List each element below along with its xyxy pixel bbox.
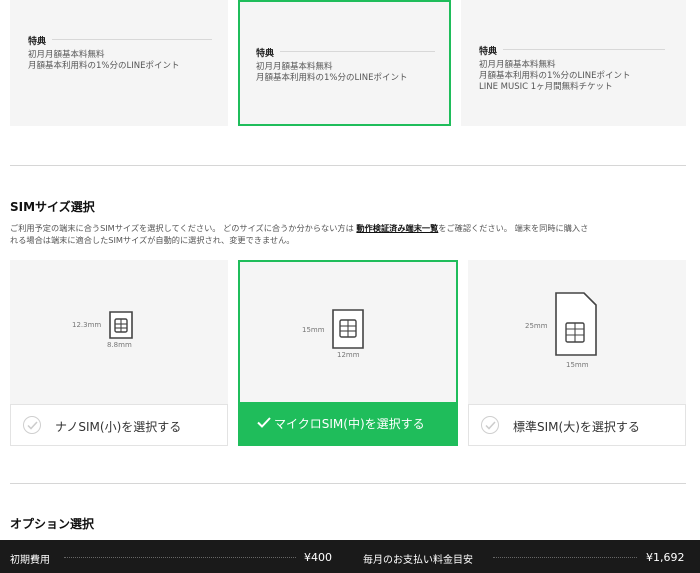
sim-option-label: ナノSIM(小)を選択する: [55, 420, 182, 434]
nano-sim-icon: [109, 311, 133, 339]
checkmark-icon[interactable]: [254, 413, 272, 431]
section-divider: [10, 165, 686, 166]
desc-text: をご確認ください。 端末を同時に購入さ: [438, 223, 589, 233]
perk-divider: [280, 51, 435, 52]
sim-option-micro[interactable]: 15mm 12mm マイクロSIM(中)を選択する: [238, 260, 458, 446]
checkbox-icon[interactable]: [23, 416, 41, 434]
sim-option-label: マイクロSIM(中)を選択する: [274, 417, 425, 431]
nano-sim-illustration: 12.3mm 8.8mm: [10, 260, 228, 402]
micro-sim-illustration: 15mm 12mm: [240, 262, 456, 404]
dotted-leader: [493, 557, 637, 558]
monthly-fee-label: 毎月のお支払い料金目安: [363, 555, 473, 566]
sim-height-label: 25mm: [525, 322, 548, 330]
standard-sim-illustration: 25mm 15mm: [468, 260, 686, 402]
plan-card-1[interactable]: 特典 初月月額基本料無料 月額基本利用料の1%分のLINEポイント: [10, 0, 228, 126]
perk-title: 特典: [28, 37, 47, 47]
option-section-title: オプション選択: [10, 517, 95, 531]
sim-section-title: SIMサイズ選択: [10, 200, 95, 214]
perk-item: 月額基本利用料の1%分のLINEポイント: [28, 61, 180, 71]
perk-item: 初月月額基本料無料: [28, 50, 105, 60]
sim-option-label: 標準SIM(大)を選択する: [513, 420, 640, 434]
standard-sim-icon: [555, 292, 597, 356]
perk-item: 月額基本利用料の1%分のLINEポイント: [479, 71, 631, 81]
sim-option-footer[interactable]: 標準SIM(大)を選択する: [468, 404, 686, 446]
sim-width-label: 12mm: [337, 351, 360, 359]
perk-item: 初月月額基本料無料: [479, 60, 556, 70]
desc-text: れる場合は端末に適合したSIMサイズが自動的に選択され、変更できません。: [10, 234, 295, 245]
perk-divider: [503, 49, 665, 50]
desc-text: ご利用予定の端末に合うSIMサイズを選択してください。 どのサイズに合うか分から…: [10, 223, 357, 233]
perk-item: 初月月額基本料無料: [256, 62, 333, 72]
sim-option-footer[interactable]: ナノSIM(小)を選択する: [10, 404, 228, 446]
checkbox-icon[interactable]: [481, 416, 499, 434]
initial-cost-label: 初期費用: [10, 555, 50, 566]
sim-height-label: 15mm: [302, 326, 325, 334]
sim-width-label: 8.8mm: [107, 341, 132, 349]
plan-card-2[interactable]: 特典 初月月額基本料無料 月額基本利用料の1%分のLINEポイント: [238, 0, 451, 126]
perk-item: LINE MUSIC 1ヶ月間無料チケット: [479, 82, 613, 92]
sim-option-footer[interactable]: マイクロSIM(中)を選択する: [240, 402, 456, 444]
device-list-link[interactable]: 動作検証済み端末一覧: [356, 223, 438, 233]
initial-cost-value: ¥400: [304, 551, 332, 564]
monthly-fee-value: ¥1,692: [646, 551, 685, 564]
sim-option-standard[interactable]: 25mm 15mm 標準SIM(大)を選択する: [468, 260, 686, 446]
section-divider: [10, 483, 686, 484]
sim-width-label: 15mm: [566, 361, 589, 369]
price-summary-bar: 初期費用 ¥400 毎月のお支払い料金目安 ¥1,692: [0, 540, 700, 573]
sim-option-nano[interactable]: 12.3mm 8.8mm ナノSIM(小)を選択する: [10, 260, 228, 446]
dotted-leader: [64, 557, 296, 558]
perk-title: 特典: [479, 47, 498, 57]
perk-divider: [52, 39, 212, 40]
sim-height-label: 12.3mm: [72, 321, 102, 329]
perk-title: 特典: [256, 49, 275, 59]
plan-card-3[interactable]: 特典 初月月額基本料無料 月額基本利用料の1%分のLINEポイント LINE M…: [461, 0, 686, 126]
sim-section-description: ご利用予定の端末に合うSIMサイズを選択してください。 どのサイズに合うか分から…: [10, 223, 690, 246]
perk-item: 月額基本利用料の1%分のLINEポイント: [256, 73, 408, 83]
micro-sim-icon: [332, 309, 364, 349]
